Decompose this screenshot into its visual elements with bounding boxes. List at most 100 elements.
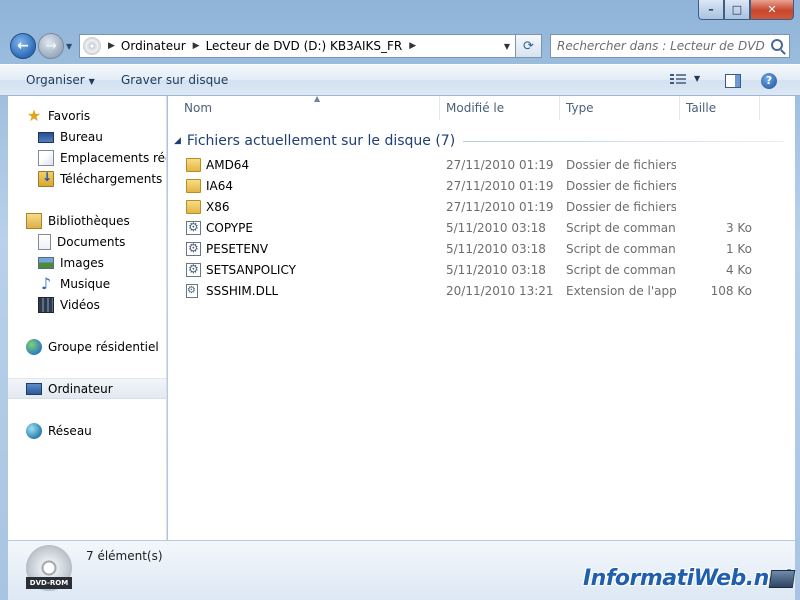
script-icon bbox=[186, 262, 201, 277]
sidebar-item-label: Réseau bbox=[48, 423, 92, 438]
breadcrumb-separator-icon[interactable]: ▶ bbox=[108, 41, 115, 51]
group-header[interactable]: ◢ Fichiers actuellement sur le disque (7… bbox=[174, 132, 784, 150]
desktop-icon bbox=[38, 132, 54, 143]
collapse-group-icon[interactable]: ◢ bbox=[174, 136, 181, 146]
file-modified: 5/11/2010 03:18 bbox=[446, 221, 546, 235]
organize-label: Organiser bbox=[26, 73, 85, 87]
file-modified: 27/11/2010 01:19 bbox=[446, 158, 554, 172]
window-controls: – □ ✕ bbox=[698, 0, 794, 20]
folder-icon bbox=[186, 179, 201, 193]
sidebar-item-pictures[interactable]: Images bbox=[8, 252, 166, 273]
file-row[interactable]: X86 27/11/2010 01:19 Dossier de fichiers bbox=[168, 197, 795, 218]
sidebar-item-documents[interactable]: Documents bbox=[8, 231, 166, 252]
document-icon bbox=[38, 233, 51, 250]
dvd-rom-label: DVD-ROM bbox=[26, 577, 72, 589]
column-header-size[interactable]: Taille bbox=[680, 96, 760, 120]
sidebar-item-homegroup[interactable]: Groupe résidentiel bbox=[8, 336, 166, 357]
sidebar-item-music[interactable]: ♪ Musique bbox=[8, 273, 166, 294]
sidebar-item-videos[interactable]: Vidéos bbox=[8, 294, 166, 315]
file-size: 1 Ko bbox=[725, 242, 752, 256]
breadcrumb-separator-icon[interactable]: ▶ bbox=[193, 41, 200, 51]
sidebar-item-favorites[interactable]: ★ Favoris bbox=[8, 105, 166, 126]
view-options-dropdown[interactable]: ▼ bbox=[694, 74, 700, 83]
sidebar-item-label: Groupe résidentiel bbox=[48, 339, 159, 354]
file-name: PESETENV bbox=[206, 242, 269, 256]
navigation-bar: ← → ▼ ▶ Ordinateur ▶ Lecteur de DVD (D:)… bbox=[0, 30, 800, 62]
file-modified: 5/11/2010 03:18 bbox=[446, 263, 546, 277]
file-row[interactable]: SSSHIM.DLL 20/11/2010 13:21 Extension de… bbox=[168, 281, 795, 302]
recent-pages-dropdown[interactable]: ▼ bbox=[66, 42, 76, 52]
video-icon bbox=[38, 296, 54, 313]
pictures-icon bbox=[38, 256, 54, 269]
file-modified: 27/11/2010 01:19 bbox=[446, 179, 554, 193]
arrow-right-icon: → bbox=[45, 38, 57, 54]
file-name: SSSHIM.DLL bbox=[206, 284, 279, 298]
address-bar[interactable]: ▶ Ordinateur ▶ Lecteur de DVD (D:) KB3AI… bbox=[79, 34, 516, 58]
back-button[interactable]: ← bbox=[10, 33, 36, 59]
file-type: Dossier de fichiers bbox=[566, 200, 676, 214]
folder-icon bbox=[186, 200, 201, 214]
sidebar-item-desktop[interactable]: Bureau bbox=[8, 126, 166, 147]
help-icon[interactable]: ? bbox=[761, 73, 777, 89]
file-list: Nom ▲ Modifié le Type Taille ◢ Fichiers … bbox=[168, 94, 795, 540]
folder-icon bbox=[186, 158, 201, 172]
search-input[interactable]: Rechercher dans : Lecteur de DVD (D:... bbox=[550, 34, 790, 58]
drive-icon bbox=[83, 37, 101, 55]
file-type: Dossier de fichiers bbox=[566, 158, 676, 172]
breadcrumb-computer[interactable]: Ordinateur bbox=[121, 39, 186, 53]
arrow-left-icon: ← bbox=[17, 38, 29, 54]
column-header-modified[interactable]: Modifié le bbox=[440, 96, 560, 120]
maximize-button[interactable]: □ bbox=[724, 0, 750, 20]
file-row[interactable]: PESETENV 5/11/2010 03:18 Script de comma… bbox=[168, 239, 795, 260]
navigation-pane: ★ Favoris Bureau Emplacements récents Tél… bbox=[8, 96, 167, 540]
sidebar-item-network[interactable]: Réseau bbox=[8, 420, 166, 441]
change-view-icon[interactable] bbox=[670, 74, 686, 86]
sidebar-item-computer[interactable]: Ordinateur bbox=[8, 378, 166, 399]
burn-to-disc-button[interactable]: Graver sur disque bbox=[121, 73, 228, 87]
file-name: SETSANPOLICY bbox=[206, 263, 296, 277]
search-placeholder: Rechercher dans : Lecteur de DVD (D:... bbox=[557, 39, 767, 53]
network-icon bbox=[26, 422, 42, 439]
sidebar-item-label: Musique bbox=[60, 276, 111, 291]
site-watermark: InformatiWeb.net bbox=[583, 566, 794, 591]
sidebar-item-downloads[interactable]: Téléchargements bbox=[8, 168, 166, 189]
libraries-icon bbox=[26, 212, 42, 229]
file-modified: 5/11/2010 03:18 bbox=[446, 242, 546, 256]
file-row[interactable]: IA64 27/11/2010 01:19 Dossier de fichier… bbox=[168, 176, 795, 197]
column-header-label: Nom bbox=[184, 101, 213, 115]
sidebar-item-libraries[interactable]: Bibliothèques bbox=[8, 210, 166, 231]
minimize-button[interactable]: – bbox=[698, 0, 724, 20]
refresh-icon: ⟳ bbox=[523, 38, 534, 54]
sidebar-item-label: Téléchargements bbox=[60, 171, 163, 186]
script-icon bbox=[186, 220, 201, 235]
file-type: Script de comman... bbox=[566, 263, 676, 277]
file-type: Dossier de fichiers bbox=[566, 179, 676, 193]
forward-button[interactable]: → bbox=[38, 33, 64, 59]
column-header-type[interactable]: Type bbox=[560, 96, 680, 120]
file-row[interactable]: COPYPE 5/11/2010 03:18 Script de comman.… bbox=[168, 218, 795, 239]
group-divider bbox=[463, 140, 784, 142]
address-dropdown-button[interactable]: ▼ bbox=[499, 35, 515, 57]
file-name: X86 bbox=[206, 200, 230, 214]
breadcrumb-dvd-drive[interactable]: Lecteur de DVD (D:) KB3AIKS_FR bbox=[206, 39, 403, 53]
search-icon[interactable] bbox=[771, 39, 783, 51]
computer-icon bbox=[26, 382, 42, 395]
command-bar: Organiser ▼ Graver sur disque ▼ ? bbox=[0, 64, 800, 96]
file-size: 3 Ko bbox=[725, 221, 752, 235]
sidebar-item-label: Bibliothèques bbox=[48, 213, 130, 228]
breadcrumb-separator-icon[interactable]: ▶ bbox=[409, 41, 416, 51]
sidebar-item-label: Ordinateur bbox=[48, 381, 113, 396]
sidebar-item-label: Vidéos bbox=[60, 297, 100, 312]
file-size: 108 Ko bbox=[710, 284, 752, 298]
sidebar-item-recent-places[interactable]: Emplacements récents bbox=[8, 147, 166, 168]
file-type: Extension de l'app... bbox=[566, 284, 676, 298]
title-bar: – □ ✕ bbox=[0, 0, 800, 30]
refresh-button[interactable]: ⟳ bbox=[516, 34, 542, 58]
organize-button[interactable]: Organiser ▼ bbox=[26, 73, 95, 87]
file-modified: 20/11/2010 13:21 bbox=[446, 284, 554, 298]
preview-pane-icon[interactable] bbox=[725, 74, 741, 88]
file-row[interactable]: AMD64 27/11/2010 01:19 Dossier de fichie… bbox=[168, 155, 795, 176]
file-row[interactable]: SETSANPOLICY 5/11/2010 03:18 Script de c… bbox=[168, 260, 795, 281]
close-button[interactable]: ✕ bbox=[750, 0, 794, 20]
column-header-name[interactable]: Nom ▲ bbox=[178, 94, 440, 120]
